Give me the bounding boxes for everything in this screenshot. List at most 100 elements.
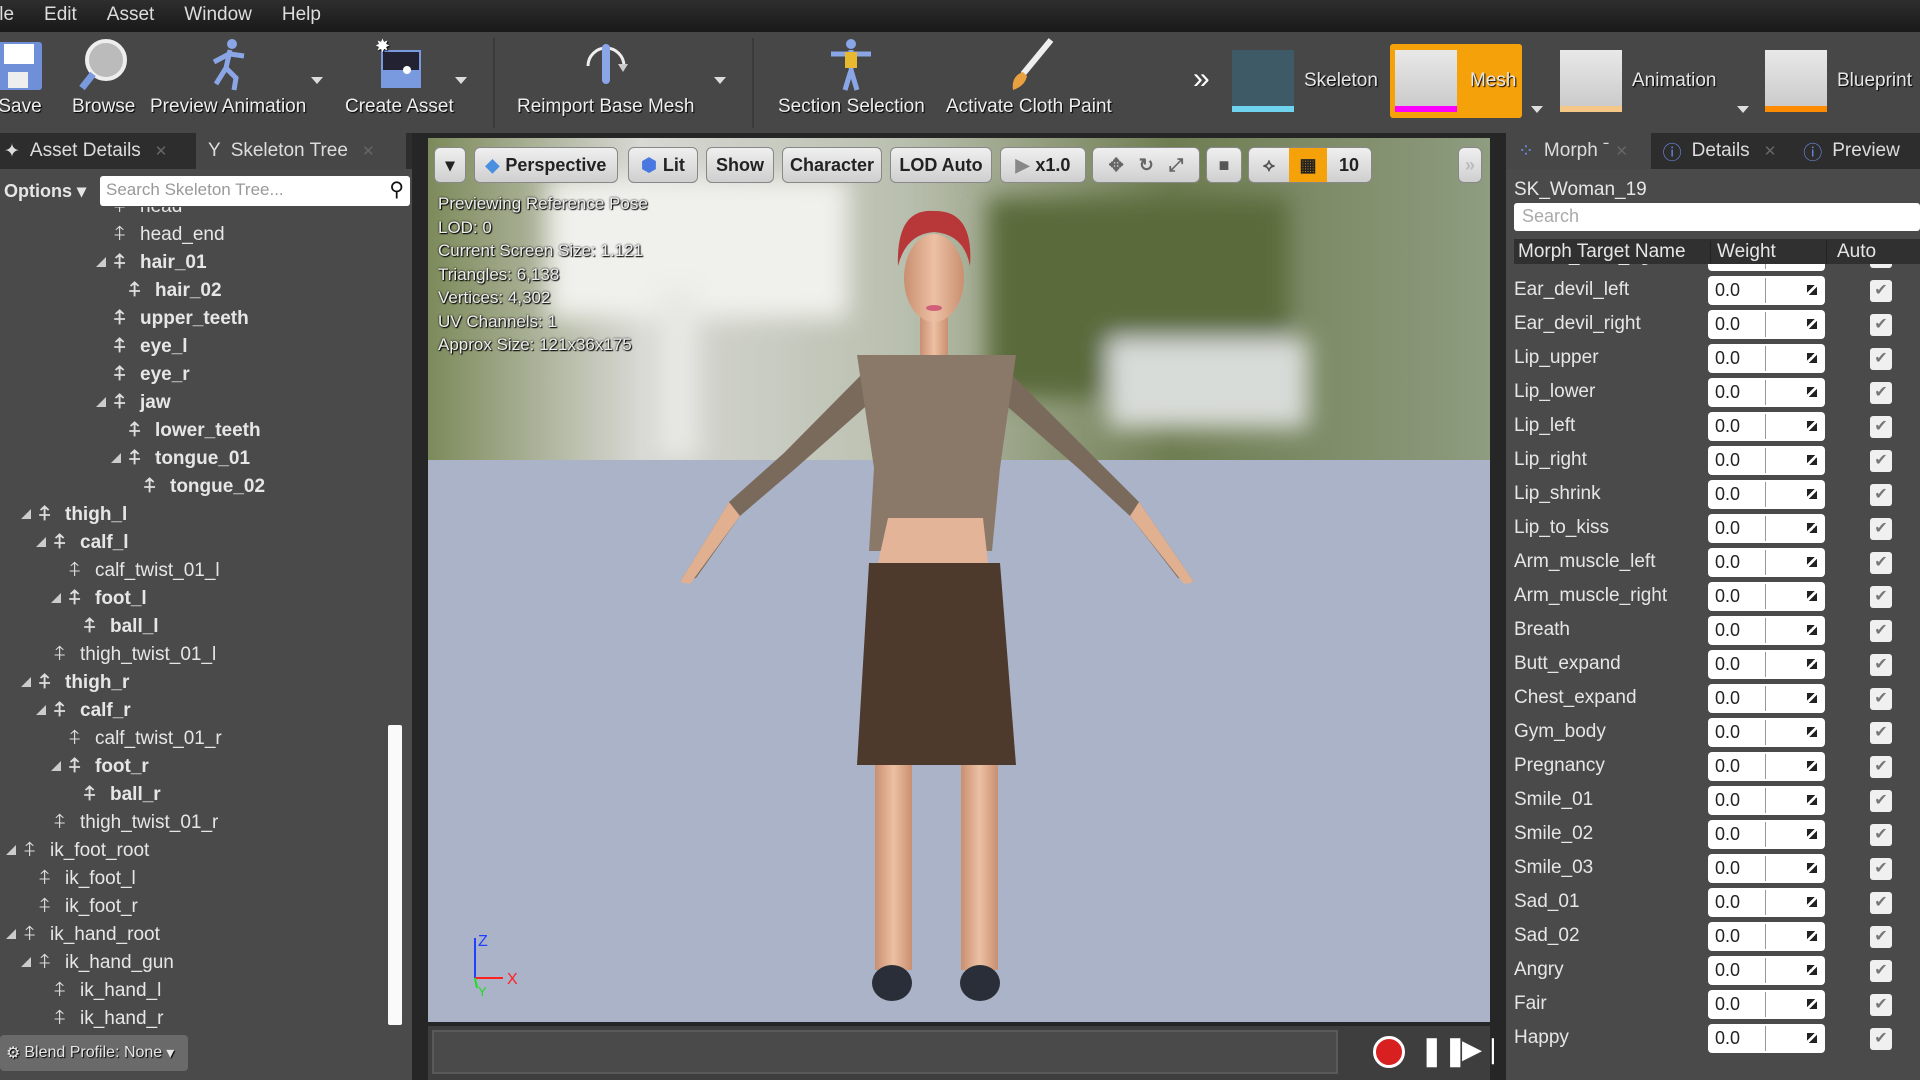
expand-arrow-icon[interactable]	[21, 509, 31, 519]
close-icon[interactable]: ✕	[362, 142, 375, 160]
tree-row-ik-foot-r[interactable]: ⍏ ik_foot_r	[0, 893, 138, 921]
drag-handle-icon[interactable]	[1807, 863, 1817, 873]
tree-row-ball-r[interactable]: ⍏ ball_r	[0, 781, 161, 809]
tree-row-ik-hand-root[interactable]: ⍏ ik_hand_root	[0, 921, 160, 949]
tree-row-eye-l[interactable]: ⍏ eye_l	[0, 333, 188, 361]
mode-mesh[interactable]: Mesh	[1390, 44, 1522, 118]
tab-skeleton-tree[interactable]: Y Skeleton Tree ✕	[196, 133, 406, 169]
weight-spinbox[interactable]: 0.0	[1708, 616, 1825, 645]
tree-row-eye-r[interactable]: ⍏ eye_r	[0, 361, 190, 389]
expand-arrow-icon[interactable]	[36, 705, 46, 715]
save-button[interactable]: Save	[0, 36, 48, 118]
viewport-expand-icon[interactable]: »	[1458, 147, 1482, 183]
weight-spinbox[interactable]: 0.0	[1708, 264, 1825, 271]
tree-row-calf-r[interactable]: ⍏ calf_r	[0, 697, 131, 725]
weight-spinbox[interactable]: 0.0	[1708, 650, 1825, 679]
auto-checkbox[interactable]: ✔	[1870, 586, 1892, 608]
tree-row-calf-twist-01-r[interactable]: ⍏ calf_twist_01_r	[0, 725, 222, 753]
skeleton-search-input[interactable]: Search Skeleton Tree... ⚲	[100, 176, 410, 206]
tree-row-hair-02[interactable]: ⍏ hair_02	[0, 277, 222, 305]
mode-animation[interactable]: Animation	[1550, 44, 1717, 118]
weight-spinbox[interactable]: 0.0	[1708, 990, 1825, 1019]
lit-button[interactable]: ⬢ Lit	[628, 147, 698, 183]
menu-help[interactable]: Help	[267, 4, 336, 26]
weight-spinbox[interactable]: 0.0	[1708, 786, 1825, 815]
animation-dropdown[interactable]	[1737, 106, 1749, 113]
weight-spinbox[interactable]: 0.0	[1708, 888, 1825, 917]
menu-asset[interactable]: Asset	[92, 4, 170, 26]
tree-row-head-end[interactable]: ⍏ head_end	[0, 221, 225, 249]
drag-handle-icon[interactable]	[1807, 489, 1817, 499]
lod-button[interactable]: LOD Auto	[890, 147, 992, 183]
tree-row-thigh-r[interactable]: ⍏ thigh_r	[0, 669, 129, 697]
tree-row-hair-01[interactable]: ⍏ hair_01	[0, 249, 207, 277]
expand-arrow-icon[interactable]	[96, 397, 106, 407]
auto-checkbox[interactable]: ✔	[1870, 518, 1892, 540]
mode-blueprint[interactable]: Blueprint	[1755, 44, 1912, 118]
expand-arrow-icon[interactable]	[6, 845, 16, 855]
grid-snap-icon[interactable]: ▦	[1289, 148, 1327, 182]
viewport[interactable]: Z X Y ▾ ◆ Perspective ⬢ Lit Show Character…	[428, 138, 1490, 1022]
tree-row-calf-twist-01-l[interactable]: ⍏ calf_twist_01_l	[0, 557, 220, 585]
auto-checkbox[interactable]: ✔	[1870, 552, 1892, 574]
playback-speed-button[interactable]: ▶ x1.0	[1000, 147, 1086, 183]
column-header-weight[interactable]: Weight	[1710, 240, 1826, 263]
browse-button[interactable]: Browse	[72, 36, 135, 118]
tab-asset-details[interactable]: ✦ Asset Details ✕	[0, 133, 196, 169]
close-icon[interactable]: ✕	[1764, 142, 1777, 160]
tree-row-foot-l[interactable]: ⍏ foot_l	[0, 585, 147, 613]
create-asset-button[interactable]: ✸ Create Asset	[345, 36, 454, 118]
drag-handle-icon[interactable]	[1807, 659, 1817, 669]
activate-cloth-paint-button[interactable]: Activate Cloth Paint	[946, 36, 1112, 118]
drag-handle-icon[interactable]	[1807, 557, 1817, 567]
tree-row-tongue-02[interactable]: ⍏ tongue_02	[0, 473, 265, 501]
create-asset-dropdown[interactable]	[455, 77, 467, 84]
tree-row-ik-hand-gun[interactable]: ⍏ ik_hand_gun	[0, 949, 174, 977]
tree-row-jaw[interactable]: ⍏ jaw	[0, 389, 171, 417]
show-button[interactable]: Show	[706, 147, 774, 183]
tree-row-lower-teeth[interactable]: ⍏ lower_teeth	[0, 417, 261, 445]
auto-checkbox[interactable]: ✔	[1870, 688, 1892, 710]
auto-checkbox[interactable]: ✔	[1870, 1028, 1892, 1050]
menu-edit[interactable]: Edit	[29, 4, 92, 26]
auto-checkbox[interactable]: ✔	[1870, 416, 1892, 438]
tree-row-ik-hand-r[interactable]: ⍏ ik_hand_r	[0, 1005, 163, 1033]
auto-checkbox[interactable]: ✔	[1870, 654, 1892, 676]
expand-arrow-icon[interactable]	[51, 761, 61, 771]
scale-icon[interactable]: ⤢	[1169, 155, 1183, 176]
auto-checkbox[interactable]: ✔	[1870, 484, 1892, 506]
tree-row-head[interactable]: ⍏ head	[0, 207, 182, 221]
more-chevron-icon[interactable]: »	[1193, 62, 1210, 96]
weight-spinbox[interactable]: 0.0	[1708, 922, 1825, 951]
drag-handle-icon[interactable]	[1807, 727, 1817, 737]
tree-scrollbar[interactable]	[388, 725, 402, 1025]
tree-row-foot-r[interactable]: ⍏ foot_r	[0, 753, 149, 781]
tree-row-thigh-twist-01-l[interactable]: ⍏ thigh_twist_01_l	[0, 641, 216, 669]
tree-row-thigh-l[interactable]: ⍏ thigh_l	[0, 501, 127, 529]
drag-handle-icon[interactable]	[1807, 319, 1817, 329]
auto-checkbox[interactable]: ✔	[1870, 926, 1892, 948]
tree-row-ball-l[interactable]: ⍏ ball_l	[0, 613, 159, 641]
expand-arrow-icon[interactable]	[96, 257, 106, 267]
auto-checkbox[interactable]: ✔	[1870, 756, 1892, 778]
drag-handle-icon[interactable]	[1807, 829, 1817, 839]
translate-icon[interactable]: ✥	[1109, 155, 1124, 176]
tree-row-thigh-twist-01-r[interactable]: ⍏ thigh_twist_01_r	[0, 809, 218, 837]
auto-checkbox[interactable]: ✔	[1870, 722, 1892, 744]
weight-spinbox[interactable]: 0.0	[1708, 820, 1825, 849]
drag-handle-icon[interactable]	[1807, 795, 1817, 805]
character-button[interactable]: Character	[782, 147, 882, 183]
auto-checkbox[interactable]: ✔	[1870, 994, 1892, 1016]
drag-handle-icon[interactable]	[1807, 353, 1817, 363]
auto-checkbox[interactable]: ✔	[1870, 824, 1892, 846]
weight-spinbox[interactable]: 0.0	[1708, 956, 1825, 985]
drag-handle-icon[interactable]	[1807, 523, 1817, 533]
auto-checkbox[interactable]: ✔	[1870, 858, 1892, 880]
local-world-icon[interactable]: ■	[1206, 147, 1242, 183]
expand-arrow-icon[interactable]	[36, 537, 46, 547]
auto-checkbox[interactable]: ✔	[1870, 314, 1892, 336]
expand-arrow-icon[interactable]	[51, 593, 61, 603]
menu-window[interactable]: Window	[169, 4, 267, 26]
expand-arrow-icon[interactable]	[21, 957, 31, 967]
weight-spinbox[interactable]: 0.0	[1708, 752, 1825, 781]
